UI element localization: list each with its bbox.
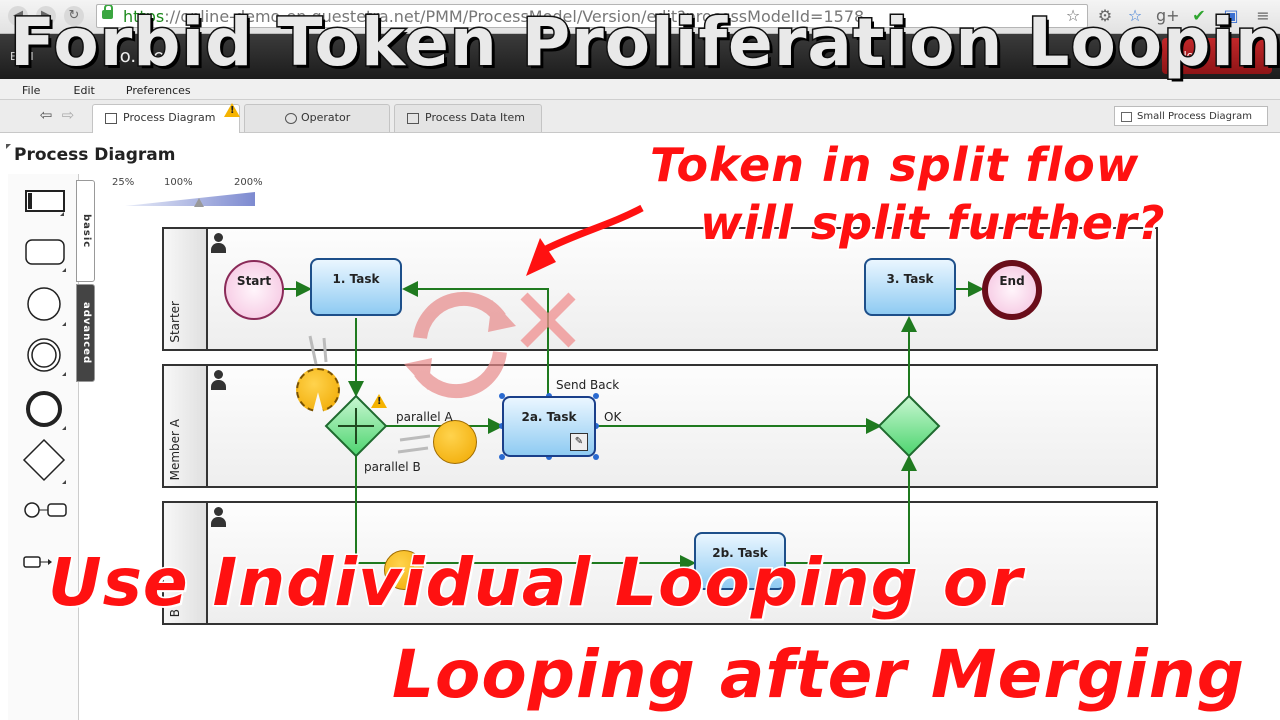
token-icon: [433, 420, 477, 464]
palette-subprocess-icon[interactable]: [25, 239, 66, 272]
warning-icon: [371, 394, 387, 408]
edge-label-parallel-b: parallel B: [364, 460, 421, 474]
tab-process-diagram[interactable]: Process Diagram: [92, 104, 240, 133]
menu-preferences[interactable]: Preferences: [126, 81, 191, 101]
edge-label-send-back: Send Back: [556, 378, 620, 392]
palette-message-flow-icon[interactable]: [24, 502, 67, 518]
diagram-icon: [105, 113, 117, 124]
task-3[interactable]: 3. Task: [864, 258, 956, 316]
operator-icon: [285, 113, 297, 124]
palette-task-icon[interactable]: [25, 190, 65, 216]
palette-tab-basic[interactable]: basic: [76, 180, 95, 282]
menu-edit[interactable]: Edit: [74, 81, 95, 101]
redo-icon[interactable]: ⇨: [58, 106, 78, 124]
panel-corner-icon: [6, 144, 11, 149]
edge-label-ok: OK: [604, 410, 622, 424]
small-process-diagram-button[interactable]: Small Process Diagram: [1114, 106, 1268, 126]
warning-icon: [224, 103, 240, 117]
answer-caption-line2: Looping after Merging: [391, 635, 1246, 715]
tab-process-data-item[interactable]: Process Data Item: [394, 104, 542, 132]
person-icon: [210, 233, 226, 255]
edge-label-parallel-a: parallel A: [396, 410, 453, 424]
palette-start-event-icon[interactable]: [27, 287, 66, 326]
palette-intermediate-event-icon[interactable]: [27, 338, 66, 376]
zoom-label-100: 100%: [164, 177, 193, 188]
task-label: 3. Task: [886, 272, 934, 286]
answer-caption-line1: Use Individual Looping or: [47, 543, 1024, 623]
shape-palette: [8, 174, 79, 720]
end-event[interactable]: End: [982, 260, 1042, 320]
task-1[interactable]: 1. Task: [310, 258, 402, 316]
menu-file[interactable]: File: [22, 81, 40, 101]
lane-label: Starter: [168, 301, 182, 343]
palette-end-event-icon[interactable]: [26, 391, 66, 430]
tab-bar: ⇦ ⇨ Process Diagram Operator Process Dat…: [0, 100, 1280, 133]
question-caption-line2: will split further?: [698, 195, 1166, 252]
question-caption-line1: Token in split flow: [648, 137, 1140, 194]
start-event-label: Start: [236, 274, 272, 288]
magnifier-icon: [1121, 112, 1132, 122]
end-event-label: End: [999, 274, 1025, 288]
tab-label: Process Data Item: [425, 111, 526, 124]
task-2a[interactable]: 2a. Task ✎: [502, 396, 596, 457]
tab-label: Process Diagram: [123, 111, 216, 124]
panel-title: Process Diagram: [14, 145, 176, 165]
zoom-label-200: 200%: [234, 177, 263, 188]
zoom-label-25: 25%: [112, 177, 135, 188]
small-diagram-label: Small Process Diagram: [1137, 111, 1252, 122]
tab-operator[interactable]: Operator: [244, 104, 390, 132]
video-title-caption: Forbid Token Proliferation Looping: [8, 3, 1280, 83]
lane-label: Member A: [168, 418, 182, 480]
form-icon: ✎: [570, 433, 588, 451]
data-item-icon: [407, 113, 419, 124]
palette-tab-advanced[interactable]: advanced: [76, 284, 95, 382]
menu-bar: File Edit Preferences: [0, 79, 1280, 100]
zoom-slider[interactable]: [125, 192, 255, 206]
person-icon: [210, 370, 226, 392]
task-label: 1. Task: [332, 272, 380, 286]
tab-label: Operator: [301, 111, 351, 124]
palette-gateway-icon[interactable]: [22, 438, 66, 484]
undo-icon[interactable]: ⇦: [36, 106, 56, 124]
task-label: 2a. Task: [521, 410, 577, 424]
person-icon: [210, 507, 226, 529]
start-event[interactable]: Start: [224, 260, 284, 320]
zoom-slider-thumb[interactable]: [194, 198, 204, 207]
